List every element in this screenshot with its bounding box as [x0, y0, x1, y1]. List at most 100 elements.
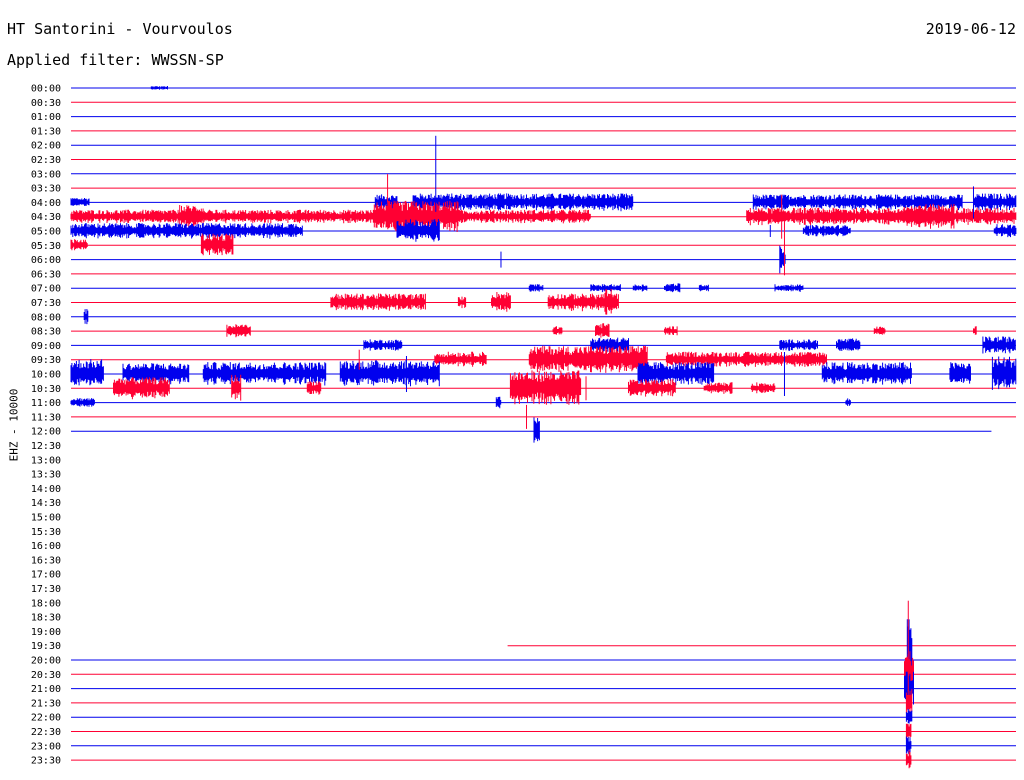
- seismic-burst: [70, 398, 95, 407]
- seismic-burst: [873, 326, 886, 335]
- seismic-burst: [821, 362, 912, 385]
- seismic-burst: [746, 207, 1017, 226]
- seismic-burst: [836, 338, 861, 351]
- row-time-label: 14:30: [31, 498, 61, 509]
- row-time-label: 07:00: [31, 284, 61, 295]
- row-time-label: 04:30: [31, 212, 61, 223]
- seismic-burst: [774, 284, 804, 292]
- seismic-burst: [552, 326, 563, 335]
- row-time-label: 05:30: [31, 241, 61, 252]
- seismic-burst: [83, 309, 89, 325]
- row-time-label: 11:00: [31, 398, 61, 409]
- seismic-burst: [664, 283, 681, 293]
- row-time-label: 19:00: [31, 627, 61, 638]
- row-time-label: 12:30: [31, 441, 61, 452]
- seismic-burst: [150, 86, 168, 90]
- seismic-burst: [202, 362, 327, 386]
- seismic-burst: [457, 296, 467, 309]
- row-time-label: 15:30: [31, 527, 61, 538]
- row-time-label: 23:30: [31, 756, 61, 767]
- row-time-label: 08:00: [31, 312, 61, 323]
- seismic-burst: [595, 323, 610, 338]
- row-time-label: 10:00: [31, 370, 61, 381]
- row-time-label: 02:00: [31, 141, 61, 152]
- seismic-burst: [632, 284, 648, 292]
- row-time-label: 06:00: [31, 255, 61, 266]
- row-time-label: 03:00: [31, 169, 61, 180]
- seismic-burst: [70, 198, 90, 206]
- row-time-label: 13:00: [31, 455, 61, 466]
- row-time-label: 16:30: [31, 555, 61, 566]
- seismic-burst: [664, 326, 678, 336]
- seismic-burst: [330, 293, 426, 311]
- row-time-label: 10:30: [31, 384, 61, 395]
- row-time-label: 12:00: [31, 427, 61, 438]
- row-time-label: 11:30: [31, 412, 61, 423]
- row-time-label: 17:00: [31, 570, 61, 581]
- row-time-label: 00:00: [31, 84, 61, 95]
- seismic-burst: [905, 723, 912, 740]
- seismic-burst: [363, 339, 403, 351]
- helicorder-plot: 00:00 00:30 01:00 01:30 02:00 02:30 03:00 03:30…: [31, 84, 1017, 769]
- row-time-label: 18:30: [31, 613, 61, 624]
- seismic-burst: [70, 209, 591, 224]
- row-time-label: 20:00: [31, 656, 61, 667]
- seismic-burst: [306, 381, 322, 395]
- row-time-label: 03:30: [31, 184, 61, 195]
- seismic-burst: [993, 224, 1017, 238]
- seismic-burst: [509, 370, 582, 405]
- seismic-burst: [750, 382, 776, 394]
- row-time-label: 05:00: [31, 227, 61, 238]
- row-time-label: 09:30: [31, 355, 61, 366]
- row-time-label: 17:30: [31, 584, 61, 595]
- seismic-burst: [339, 360, 440, 387]
- row-time-label: 21:00: [31, 684, 61, 695]
- seismic-burst: [973, 193, 1017, 211]
- row-time-label: 16:00: [31, 541, 61, 552]
- seismic-burst: [628, 379, 676, 397]
- seismic-burst: [905, 750, 912, 769]
- row-time-label: 20:30: [31, 670, 61, 681]
- seismic-burst: [226, 324, 251, 338]
- seismic-burst: [779, 339, 818, 351]
- row-time-label: 08:30: [31, 327, 61, 338]
- seismic-burst: [70, 239, 88, 251]
- seismic-burst: [698, 284, 709, 292]
- seismic-burst: [604, 289, 615, 315]
- seismic-burst: [70, 359, 104, 386]
- row-time-label: 09:00: [31, 341, 61, 352]
- row-time-label: 13:30: [31, 470, 61, 481]
- seismic-burst: [973, 326, 977, 335]
- seismic-burst: [533, 417, 540, 443]
- row-time-label: 02:30: [31, 155, 61, 166]
- row-time-label: 01:00: [31, 112, 61, 123]
- seismic-burst: [665, 351, 827, 367]
- seismic-burst: [845, 398, 851, 406]
- seismic-burst: [528, 345, 648, 374]
- seismic-burst: [70, 223, 303, 239]
- seismic-burst: [495, 396, 502, 409]
- row-time-label: 19:30: [31, 641, 61, 652]
- seismic-burst: [703, 382, 733, 394]
- row-time-label: 15:00: [31, 513, 61, 524]
- seismic-burst: [528, 284, 544, 292]
- row-time-label: 22:30: [31, 727, 61, 738]
- row-time-label: 21:30: [31, 698, 61, 709]
- seismic-burst: [902, 203, 955, 229]
- seismic-burst: [200, 233, 234, 256]
- row-time-label: 04:00: [31, 198, 61, 209]
- row-time-label: 06:30: [31, 269, 61, 280]
- seismic-burst: [949, 362, 971, 384]
- seismic-burst: [802, 225, 851, 237]
- seismic-burst: [982, 336, 1016, 354]
- seismic-burst: [434, 351, 487, 367]
- row-time-label: 00:30: [31, 98, 61, 109]
- row-time-label: 14:00: [31, 484, 61, 495]
- row-time-label: 22:00: [31, 713, 61, 724]
- seismic-burst: [491, 292, 511, 312]
- seismic-burst: [905, 709, 913, 724]
- row-time-label: 07:30: [31, 298, 61, 309]
- row-time-label: 23:00: [31, 741, 61, 752]
- seismic-burst: [991, 356, 1017, 390]
- seismic-burst: [637, 362, 715, 386]
